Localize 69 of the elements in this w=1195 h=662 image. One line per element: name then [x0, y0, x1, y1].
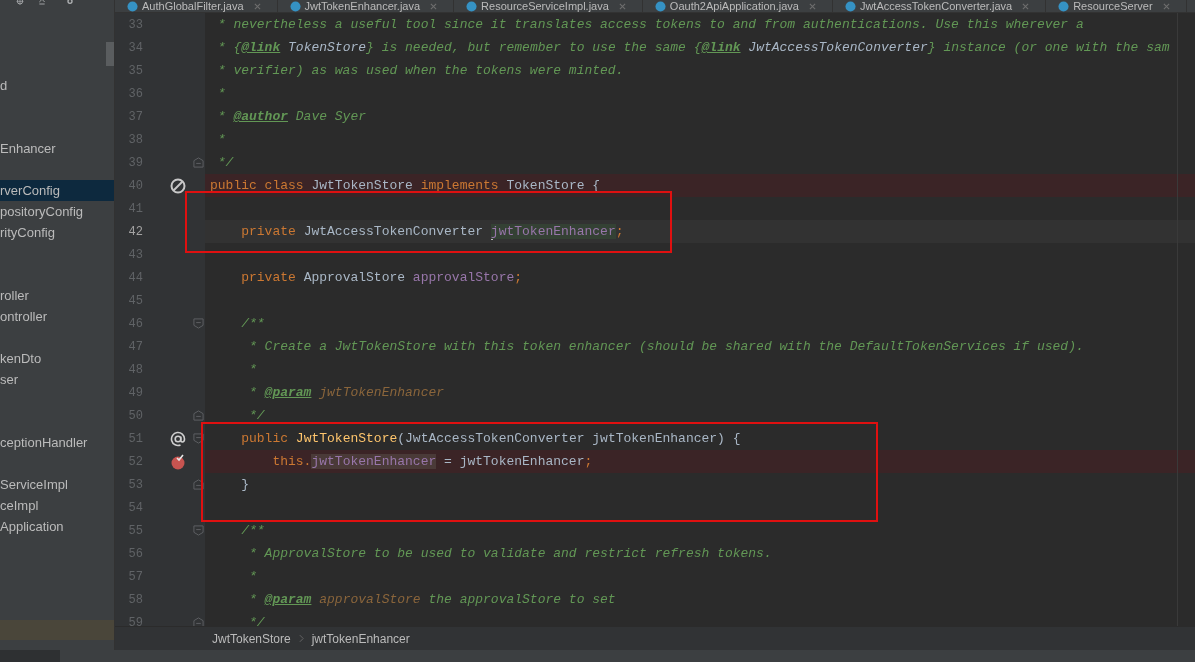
tree-item[interactable]: ceImpl	[0, 495, 114, 516]
tree-item[interactable]: Enhancer	[0, 138, 114, 159]
class-icon	[466, 0, 478, 12]
fold-icon[interactable]	[193, 157, 204, 168]
code-line: * {@link TokenStore} is needed, but remember to use the same {@link JwtAccessTokenConverter} instance (or one with the sam	[216, 40, 1170, 55]
close-icon[interactable]	[808, 2, 816, 10]
fold-icon[interactable]	[193, 433, 204, 444]
code-line: private ApprovalStore approvalStore;	[240, 270, 523, 285]
code-line: public JwtTokenStore(JwtAccessTokenConverter jwtTokenEnhancer) {	[240, 431, 741, 446]
override-icon[interactable]	[170, 430, 186, 447]
line-number: 42	[127, 224, 143, 239]
code-line: * Create a JwtTokenStore with this token enhancer (should be shared with the DefaultTokenServices if used).	[248, 339, 1084, 354]
editor-tab[interactable]: ResourceServiceImpl.java	[454, 0, 643, 12]
collapse-icon[interactable]	[36, 0, 48, 8]
editor-tab[interactable]: JwtTokenEnhancer.java	[277, 0, 455, 12]
fold-icon[interactable]	[193, 525, 204, 536]
tree-item[interactable]: rityConfig	[0, 222, 114, 243]
code-line: this.jwtTokenEnhancer = jwtTokenEnhancer;	[271, 454, 593, 469]
editor-tab[interactable]: JwtAccessTokenConverter.java	[832, 0, 1047, 12]
class-icon	[289, 0, 301, 12]
fold-icon[interactable]	[193, 318, 204, 329]
scrollbar-thumb[interactable]	[106, 42, 114, 66]
editor-tab[interactable]: AuthGlobalFilter.java	[115, 0, 278, 12]
code-line: }	[240, 477, 249, 492]
code-line: /**	[240, 316, 265, 331]
fold-icon[interactable]	[193, 410, 204, 421]
tree-item[interactable]: ontroller	[0, 306, 114, 327]
code-line: * @param approvalStore the approvalStore to set	[248, 592, 616, 607]
close-icon[interactable]	[253, 2, 261, 10]
close-icon[interactable]	[430, 2, 438, 10]
breadcrumb-item[interactable]: jwtTokenEnhancer	[311, 631, 410, 646]
breadcrumb-item[interactable]: JwtTokenStore	[212, 631, 291, 646]
class-icon	[127, 0, 138, 12]
code-line: *	[248, 569, 257, 584]
class-icon	[654, 0, 666, 12]
code-line: *	[216, 132, 226, 147]
tree-item[interactable]: Application	[0, 516, 114, 537]
tree-item[interactable]: ser	[0, 369, 114, 390]
code-line: /**	[240, 523, 265, 538]
code-line: *	[248, 362, 257, 377]
close-icon[interactable]	[1022, 2, 1030, 10]
code-line: */	[248, 615, 265, 626]
tree-item[interactable]: positoryConfig	[0, 201, 114, 222]
code-line: * nevertheless a useful tool since it translates access tokens to and from authentications. Use this wherever a	[216, 17, 1084, 32]
tree-item[interactable]: d	[0, 75, 114, 96]
close-icon[interactable]	[1162, 2, 1170, 10]
editor-tab[interactable]: Oauth2ApiApplication.java	[642, 0, 833, 12]
code-line: * ApprovalStore to be used to validate and restrict refresh tokens.	[248, 546, 772, 561]
fold-icon[interactable]	[193, 479, 204, 490]
code-line: *	[216, 86, 226, 101]
tree-item[interactable]: ceptionHandler	[0, 432, 114, 453]
editor-tab[interactable]: ResourceServer	[1046, 0, 1187, 12]
close-icon[interactable]	[618, 2, 626, 10]
breakpoint-icon[interactable]	[170, 453, 186, 470]
code-line: * @author Dave Syer	[216, 109, 367, 124]
chevron-icon	[298, 634, 304, 643]
code-line: * @param jwtTokenEnhancer	[248, 385, 445, 400]
code-line: */	[248, 408, 265, 423]
tree-item[interactable]: rverConfig	[0, 180, 114, 201]
code-line: private JwtAccessTokenConverter jwtTokenEnhancer;	[240, 224, 624, 239]
tree-item[interactable]: kenDto	[0, 348, 114, 369]
tree-item[interactable]: roller	[0, 285, 114, 306]
target-icon[interactable]	[14, 0, 26, 8]
fold-icon[interactable]	[193, 617, 204, 626]
tree-item[interactable]: ServiceImpl	[0, 474, 114, 495]
code-line: */	[216, 155, 234, 170]
code-line: * verifier) as was used when the tokens were minted.	[216, 63, 624, 78]
class-icon	[1058, 0, 1070, 12]
class-icon	[844, 0, 856, 12]
